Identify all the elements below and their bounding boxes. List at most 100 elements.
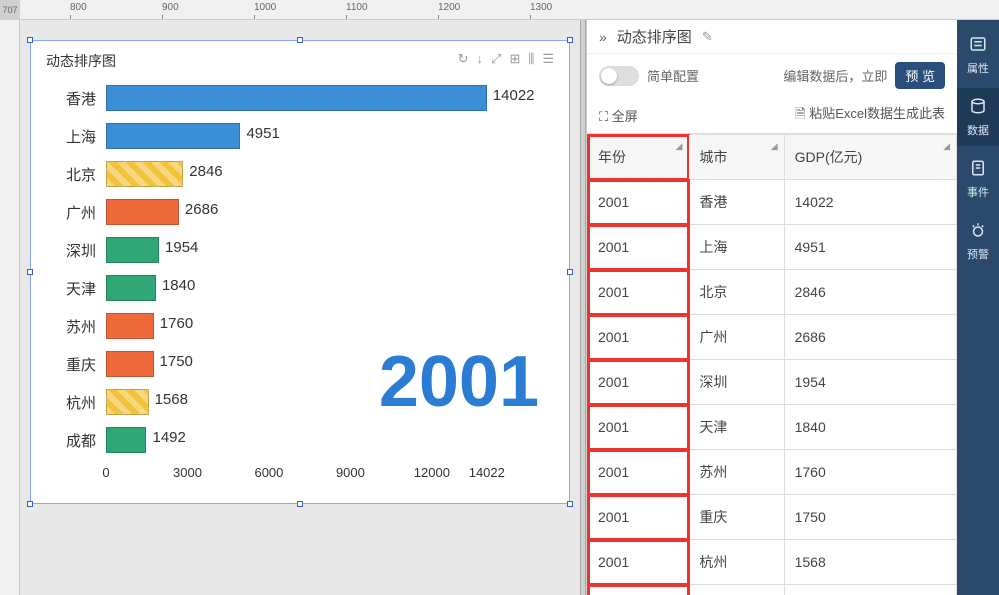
resize-handle[interactable] xyxy=(297,37,303,43)
side-panel: » 动态排序图 ✎ 简单配置 编辑数据后，立即 预 览 ⛶ 全屏 🗎 粘贴Exc… xyxy=(586,20,957,595)
table-toolbar: ⛶ 全屏 🗎 粘贴Excel数据生成此表 xyxy=(587,97,957,133)
sort-icon[interactable]: ◢ xyxy=(943,141,950,152)
table-row[interactable]: 2001重庆1750 xyxy=(588,495,957,540)
table-row[interactable]: 2001深圳1954 xyxy=(588,360,957,405)
iconbar-label: 事件 xyxy=(967,184,989,200)
bar-value-label: 1568 xyxy=(155,391,188,408)
table-cell[interactable]: 1750 xyxy=(784,495,956,540)
chart-tool-icon[interactable]: ⤢ xyxy=(491,51,501,67)
table-cell[interactable]: 4951 xyxy=(784,225,956,270)
table-row[interactable]: 2001上海4951 xyxy=(588,225,957,270)
ruler-tick: 1300 xyxy=(530,2,552,13)
table-cell[interactable]: 2001 xyxy=(588,270,689,315)
chart-widget[interactable]: 动态排序图 ↻↓⤢⊞⫼☰ 香港 14022 上海 4951 北京 2846 广州… xyxy=(30,40,570,504)
table-cell[interactable]: 2001 xyxy=(588,225,689,270)
preview-button[interactable]: 预 览 xyxy=(895,62,945,89)
panel-title: 动态排序图 xyxy=(617,26,692,47)
iconbar-events[interactable]: 事件 xyxy=(957,150,999,208)
events-icon xyxy=(969,159,987,180)
collapse-icon[interactable]: » xyxy=(599,29,607,45)
table-row[interactable]: 2001杭州1568 xyxy=(588,540,957,585)
x-tick: 12000 xyxy=(414,465,450,480)
x-tick: 3000 xyxy=(173,465,202,480)
chart-tool-icon[interactable]: ↓ xyxy=(477,51,484,67)
table-cell[interactable]: 2001 xyxy=(588,450,689,495)
chart-tool-icon[interactable]: ☰ xyxy=(542,51,554,67)
bar-category-label: 香港 xyxy=(46,88,106,109)
table-cell[interactable]: 广州 xyxy=(689,315,784,360)
table-cell[interactable]: 重庆 xyxy=(689,495,784,540)
table-cell[interactable]: 上海 xyxy=(689,225,784,270)
data-table[interactable]: 年份◢城市◢GDP(亿元)◢ 2001香港140222001上海49512001… xyxy=(587,133,957,595)
chart-tool-icon[interactable]: ↻ xyxy=(458,51,469,67)
year-annotation: 2001 xyxy=(379,341,539,423)
sort-icon[interactable]: ◢ xyxy=(771,141,778,152)
table-cell[interactable]: 2001 xyxy=(588,585,689,595)
resize-handle[interactable] xyxy=(27,501,33,507)
table-cell[interactable]: 14022 xyxy=(784,180,956,225)
bar-value-label: 2846 xyxy=(189,163,222,180)
table-row[interactable]: 2001广州2686 xyxy=(588,315,957,360)
table-cell[interactable]: 深圳 xyxy=(689,360,784,405)
table-cell[interactable]: 2001 xyxy=(588,405,689,450)
iconbar-data[interactable]: 数据 xyxy=(957,88,999,146)
fullscreen-link[interactable]: ⛶ 全屏 xyxy=(599,106,638,125)
table-row[interactable]: 2001天津1840 xyxy=(588,405,957,450)
table-cell[interactable]: 2686 xyxy=(784,315,956,360)
bar-fill xyxy=(106,123,240,149)
paste-excel-link[interactable]: 🗎 粘贴Excel数据生成此表 xyxy=(795,103,945,127)
iconbar-alert[interactable]: 预警 xyxy=(957,212,999,270)
edit-hint: 编辑数据后，立即 xyxy=(783,66,887,85)
chart-tool-icon[interactable]: ⊞ xyxy=(509,51,520,67)
table-cell[interactable]: 1568 xyxy=(784,540,956,585)
x-tick: 0 xyxy=(102,465,109,480)
chart-tool-icon[interactable]: ⫼ xyxy=(528,51,534,67)
edit-icon[interactable]: ✎ xyxy=(702,29,713,45)
table-cell[interactable]: 1760 xyxy=(784,450,956,495)
table-cell[interactable]: 1954 xyxy=(784,360,956,405)
bar-value-label: 1954 xyxy=(165,239,198,256)
table-row[interactable]: 2001北京2846 xyxy=(588,270,957,315)
ruler-tick: 900 xyxy=(162,2,179,13)
table-cell[interactable]: 2001 xyxy=(588,315,689,360)
table-header-cell[interactable]: 年份◢ xyxy=(588,135,689,180)
bar-fill xyxy=(106,161,183,187)
table-cell[interactable]: 香港 xyxy=(689,180,784,225)
table-cell[interactable]: 2001 xyxy=(588,180,689,225)
resize-handle[interactable] xyxy=(27,37,33,43)
simple-config-label: 简单配置 xyxy=(647,66,699,85)
table-cell[interactable]: 1840 xyxy=(784,405,956,450)
simple-config-toggle[interactable] xyxy=(599,66,639,86)
table-cell[interactable]: 2001 xyxy=(588,540,689,585)
table-cell[interactable]: 2001 xyxy=(588,495,689,540)
design-canvas[interactable]: 动态排序图 ↻↓⤢⊞⫼☰ 香港 14022 上海 4951 北京 2846 广州… xyxy=(20,20,580,595)
iconbar-props[interactable]: 属性 xyxy=(957,26,999,84)
bar-row: 天津 1840 xyxy=(46,269,554,307)
table-cell[interactable]: 杭州 xyxy=(689,540,784,585)
table-cell[interactable]: 1492 xyxy=(784,585,956,595)
sort-icon[interactable]: ◢ xyxy=(675,141,682,152)
table-row[interactable]: 2001成都1492 xyxy=(588,585,957,595)
table-cell[interactable]: 成都 xyxy=(689,585,784,595)
bar-value-label: 1750 xyxy=(160,353,193,370)
ruler-tick: 1100 xyxy=(346,2,368,13)
table-cell[interactable]: 2001 xyxy=(588,360,689,405)
bar-category-label: 深圳 xyxy=(46,240,106,261)
resize-handle[interactable] xyxy=(297,501,303,507)
bar-fill xyxy=(106,237,159,263)
table-row[interactable]: 2001香港14022 xyxy=(588,180,957,225)
resize-handle[interactable] xyxy=(567,37,573,43)
table-cell[interactable]: 天津 xyxy=(689,405,784,450)
table-cell[interactable]: 2846 xyxy=(784,270,956,315)
bar-row: 上海 4951 xyxy=(46,117,554,155)
resize-handle[interactable] xyxy=(567,501,573,507)
table-header-cell[interactable]: GDP(亿元)◢ xyxy=(784,135,956,180)
table-cell[interactable]: 苏州 xyxy=(689,450,784,495)
bar-fill xyxy=(106,199,179,225)
table-cell[interactable]: 北京 xyxy=(689,270,784,315)
resize-handle[interactable] xyxy=(27,269,33,275)
resize-handle[interactable] xyxy=(567,269,573,275)
bar-category-label: 天津 xyxy=(46,278,106,299)
table-row[interactable]: 2001苏州1760 xyxy=(588,450,957,495)
table-header-cell[interactable]: 城市◢ xyxy=(689,135,784,180)
